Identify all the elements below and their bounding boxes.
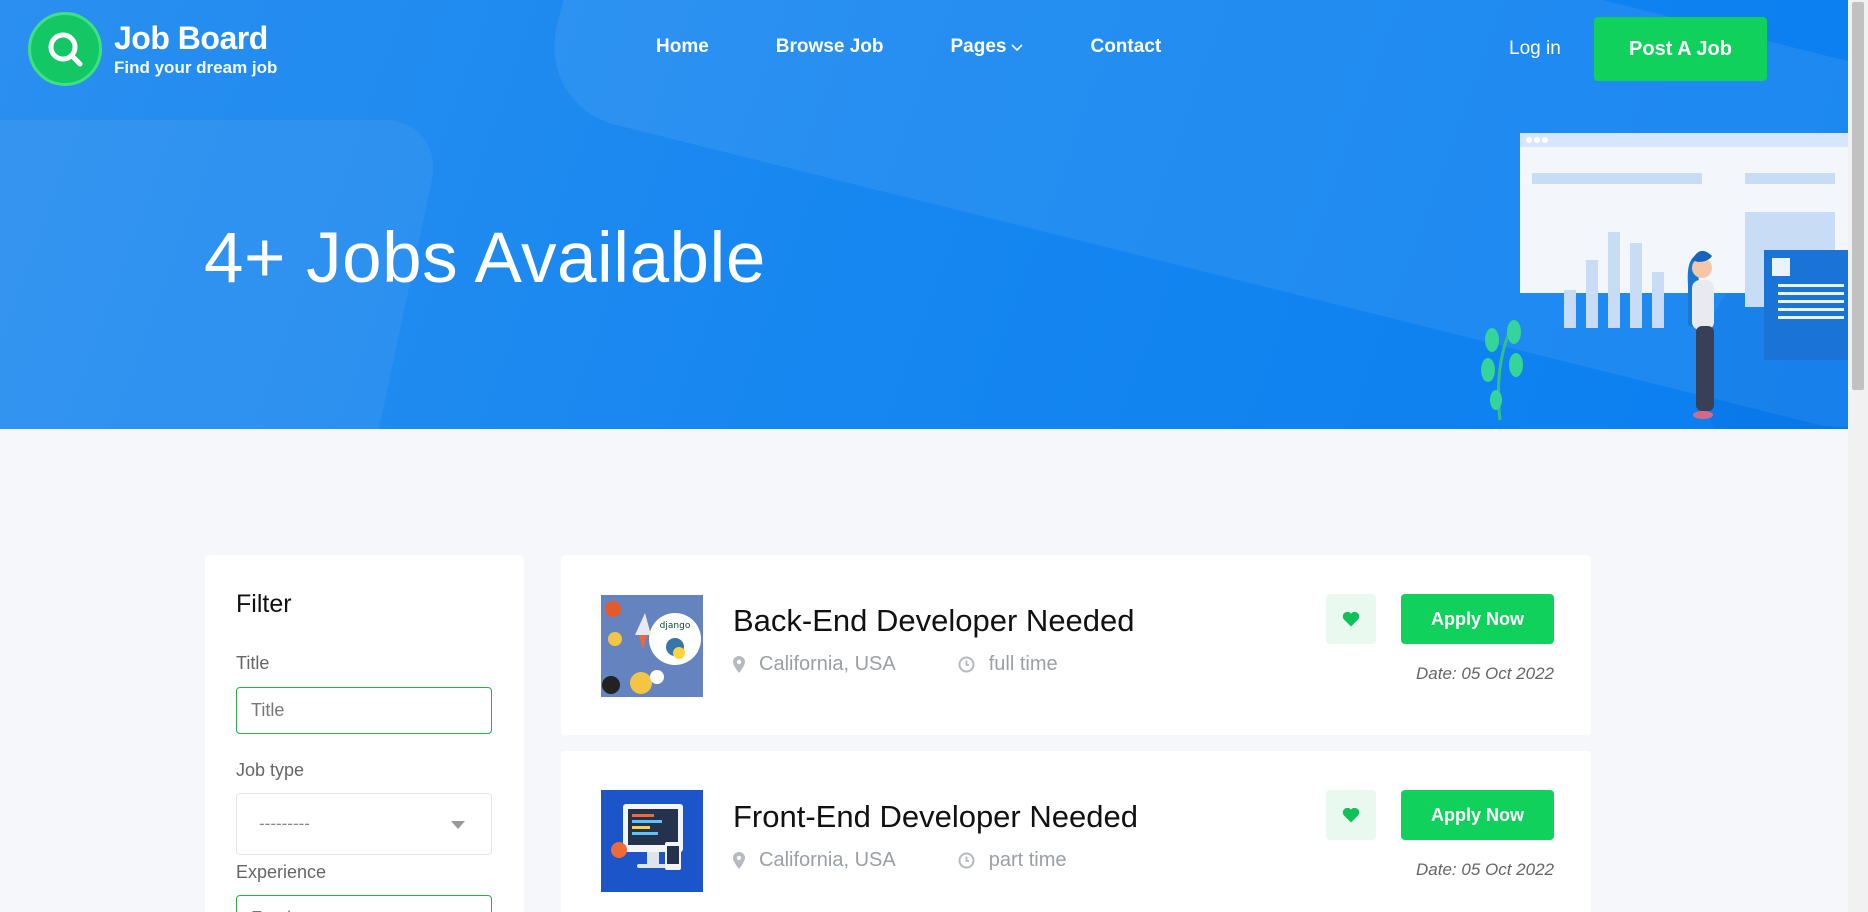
job-thumbnail: django: [601, 595, 703, 697]
nav-label: Contact: [1090, 36, 1162, 57]
job-meta: California, USA part time: [733, 849, 1129, 872]
apply-now-button[interactable]: Apply Now: [1401, 790, 1554, 840]
site-logo[interactable]: Job Board Find your dream job: [28, 12, 277, 86]
job-card: django Back-End Developer Needed Califor…: [561, 555, 1591, 735]
svg-text:django: django: [660, 621, 691, 631]
nav-item-home[interactable]: Home: [656, 36, 709, 58]
chevron-down-icon: [1011, 44, 1024, 52]
job-type: full time: [988, 653, 1058, 675]
heart-icon: [1342, 807, 1360, 823]
nav-item-pages[interactable]: Pages: [951, 36, 1024, 58]
heart-icon: [1342, 611, 1360, 627]
page-scrollbar[interactable]: [1848, 0, 1868, 912]
title-field-label: Title: [236, 653, 270, 673]
location-pin-icon: [733, 852, 745, 869]
job-type-value: ---------: [259, 814, 310, 833]
job-type: part time: [988, 849, 1067, 871]
favorite-button[interactable]: [1326, 790, 1376, 840]
nav-item-browse-job[interactable]: Browse Job: [776, 36, 884, 58]
filter-heading: Filter: [236, 590, 292, 618]
job-title[interactable]: Back-End Developer Needed: [733, 603, 1135, 639]
experience-label: Experience: [236, 862, 327, 882]
job-location: California, USA: [759, 849, 896, 871]
job-type-label: Job type: [236, 760, 305, 780]
experience-select[interactable]: Fresher: [236, 895, 492, 912]
brand-tagline: Find your dream job: [114, 58, 278, 77]
title-input[interactable]: Title: [236, 687, 492, 734]
scrollbar-thumb[interactable]: [1852, 2, 1864, 390]
dropdown-arrow-icon: [451, 821, 465, 829]
job-date: Date: 05 Oct 2022: [1416, 860, 1554, 879]
nav-label: Home: [656, 36, 709, 57]
brand-name: Job Board: [114, 20, 268, 56]
filter-panel: Filter Title Title Job type --------- Ex…: [205, 555, 524, 912]
job-date: Date: 05 Oct 2022: [1416, 664, 1554, 683]
clock-icon: [958, 656, 975, 673]
main-nav: Home Browse Job Pages Contact: [656, 36, 1228, 58]
job-type-select[interactable]: ---------: [236, 793, 492, 855]
favorite-button[interactable]: [1326, 594, 1376, 644]
nav-item-contact[interactable]: Contact: [1090, 36, 1161, 58]
apply-now-button[interactable]: Apply Now: [1401, 594, 1554, 644]
page-title: 4+ Jobs Available: [204, 219, 766, 298]
python-django-thumbnail-icon: django: [601, 595, 703, 697]
location-pin-icon: [733, 656, 745, 673]
job-meta: California, USA full time: [733, 653, 1120, 676]
job-title[interactable]: Front-End Developer Needed: [733, 799, 1138, 835]
dashboard-illustration: [1481, 133, 1848, 421]
login-link[interactable]: Log in: [1509, 38, 1561, 60]
nav-label: Pages: [950, 36, 1007, 57]
job-location: California, USA: [759, 653, 896, 675]
search-logo-icon: [28, 12, 102, 86]
post-job-button[interactable]: Post A Job: [1594, 17, 1767, 81]
job-thumbnail: [601, 790, 703, 892]
job-card: Front-End Developer Needed California, U…: [561, 751, 1591, 912]
hero-banner: Job Board Find your dream job Home Brows…: [0, 0, 1848, 429]
frontend-monitor-thumbnail-icon: [601, 790, 703, 892]
nav-label: Browse Job: [775, 36, 884, 57]
clock-icon: [958, 852, 975, 869]
